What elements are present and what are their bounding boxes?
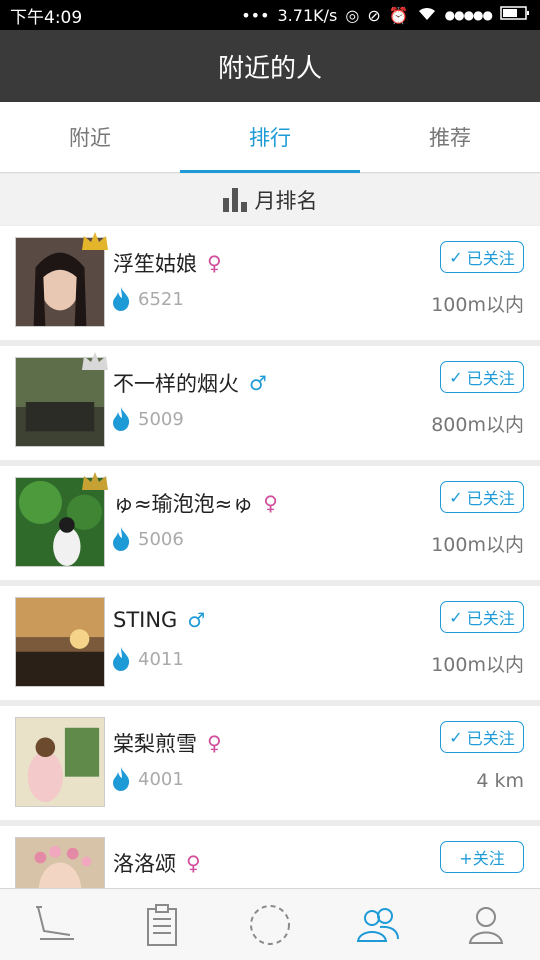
list-item[interactable]: STING ♂ 4011 ✓ 已关注 100m以内 [0, 586, 540, 700]
nav-records[interactable] [108, 889, 216, 960]
user-name: 浮笙姑娘 [113, 252, 197, 276]
nav-profile[interactable] [432, 889, 540, 960]
follow-label: 已关注 [466, 249, 515, 268]
page-title: 附近的人 [217, 53, 322, 84]
tab-bar: 附近 排行 推荐 [0, 102, 540, 173]
user-name-line: 不一样的烟火 ♂ [113, 368, 267, 398]
user-name-line: STING ♂ [113, 608, 205, 632]
male-icon: ♂ [187, 608, 206, 632]
check-icon: ✓ [449, 487, 463, 507]
female-icon: ♀ [186, 851, 201, 875]
tab-ranking[interactable]: 排行 [180, 102, 360, 173]
user-name: 不一样的烟火 [113, 372, 239, 396]
user-name: ゅ≈瑜泡泡≈ゅ [113, 492, 254, 516]
list-item[interactable]: 洛洛颂 ♀ +关注 [0, 826, 540, 888]
score-value: 4001 [138, 768, 184, 790]
crown-icon [82, 472, 108, 490]
list-item[interactable]: ゅ≈瑜泡泡≈ゅ ♀ 5006 ✓ 已关注 100m以内 [0, 466, 540, 580]
male-icon: ♂ [249, 371, 267, 395]
distance: 4 km [476, 770, 524, 792]
status-dots: ••• [241, 5, 270, 25]
clipboard-icon [147, 903, 177, 946]
score-line: 4011 [110, 646, 184, 672]
user-name: 洛洛颂 [113, 852, 176, 876]
followed-button[interactable]: ✓ 已关注 [440, 241, 524, 273]
list-item[interactable]: 棠梨煎雪 ♀ 4001 ✓ 已关注 4 km [0, 706, 540, 820]
list-item[interactable]: 不一样的烟火 ♂ 5009 ✓ 已关注 800m以内 [0, 346, 540, 460]
user-name: STING [113, 608, 178, 632]
follow-label: 已关注 [466, 729, 515, 748]
battery-icon [500, 5, 530, 25]
app-header: 附近的人 [0, 30, 540, 102]
fire-icon [113, 527, 130, 551]
fire-icon [113, 767, 130, 791]
user-name-line: 棠梨煎雪 ♀ [113, 728, 222, 758]
user-name-line: 洛洛颂 ♀ [113, 848, 201, 878]
user-name-line: ゅ≈瑜泡泡≈ゅ ♀ [113, 488, 278, 518]
score-value: 5009 [138, 408, 184, 430]
score-value: 5006 [138, 528, 184, 550]
user-name: 棠梨煎雪 [113, 732, 197, 756]
score-value: 6521 [138, 288, 184, 310]
person-icon [468, 906, 504, 944]
score-line: 5009 [110, 406, 184, 432]
distance: 100m以内 [431, 534, 524, 556]
female-icon: ♀ [207, 251, 222, 275]
score-line: 5006 [110, 526, 184, 552]
check-icon: ✓ [449, 727, 463, 747]
follow-label: 已关注 [466, 369, 515, 388]
followed-button[interactable]: ✓ 已关注 [440, 361, 524, 393]
followed-button[interactable]: ✓ 已关注 [440, 481, 524, 513]
score-value: 4011 [138, 648, 184, 670]
nav-start[interactable] [216, 889, 324, 960]
sync-icon: ◎ [345, 5, 360, 25]
status-bar: 下午4:09 ••• 3.71K/s ◎ ⊘ ⏰ ●●●●● [0, 0, 540, 30]
follow-label: 已关注 [466, 609, 515, 628]
wifi-icon [417, 5, 437, 25]
section-title: 月排名 [254, 188, 318, 213]
crown-icon [82, 232, 108, 250]
nav-people[interactable] [324, 889, 432, 960]
people-icon [356, 907, 399, 942]
follow-button[interactable]: +关注 [440, 841, 524, 873]
check-icon: ✓ [449, 367, 463, 387]
avatar[interactable] [15, 597, 105, 687]
ranking-list: 浮笙姑娘 ♀ 6521 ✓ 已关注 100m以内 不一样的烟火 ♂ 5009 ✓… [0, 226, 540, 888]
signal-icon: ●●●●● [444, 8, 493, 22]
avatar[interactable] [15, 837, 105, 888]
check-icon: ✓ [449, 607, 463, 627]
fire-icon [113, 287, 130, 311]
bottom-nav [0, 888, 540, 960]
status-time: 下午4:09 [10, 7, 83, 28]
list-item[interactable]: 浮笙姑娘 ♀ 6521 ✓ 已关注 100m以内 [0, 226, 540, 340]
score-line: 6521 [110, 286, 184, 312]
followed-button[interactable]: ✓ 已关注 [440, 721, 524, 753]
distance: 800m以内 [431, 414, 524, 436]
status-indicators: ••• 3.71K/s ◎ ⊘ ⏰ ●●●●● [241, 5, 530, 25]
network-speed: 3.71K/s [277, 5, 338, 25]
user-name-line: 浮笙姑娘 ♀ [113, 248, 222, 278]
nav-treadmill[interactable] [0, 889, 108, 960]
treadmill-icon [36, 905, 74, 940]
fire-icon [113, 407, 130, 431]
score-line: 4001 [110, 766, 184, 792]
female-icon: ♀ [207, 731, 222, 755]
distance: 100m以内 [431, 294, 524, 316]
bar-chart-icon [222, 187, 247, 212]
tab-nearby[interactable]: 附近 [0, 102, 180, 172]
avatar[interactable] [15, 717, 105, 807]
follow-label: 已关注 [466, 489, 515, 508]
mute-icon: ⊘ [367, 5, 381, 25]
female-icon: ♀ [263, 491, 278, 515]
tab-recommend[interactable]: 推荐 [360, 102, 540, 172]
distance: 100m以内 [431, 654, 524, 676]
check-icon: ✓ [449, 247, 463, 267]
crown-icon [82, 352, 108, 370]
followed-button[interactable]: ✓ 已关注 [440, 601, 524, 633]
section-header: 月排名 [0, 174, 540, 225]
follow-label: +关注 [459, 849, 505, 868]
dashed-circle-icon [250, 904, 290, 945]
fire-icon [113, 647, 130, 671]
alarm-icon: ⏰ [388, 5, 409, 25]
